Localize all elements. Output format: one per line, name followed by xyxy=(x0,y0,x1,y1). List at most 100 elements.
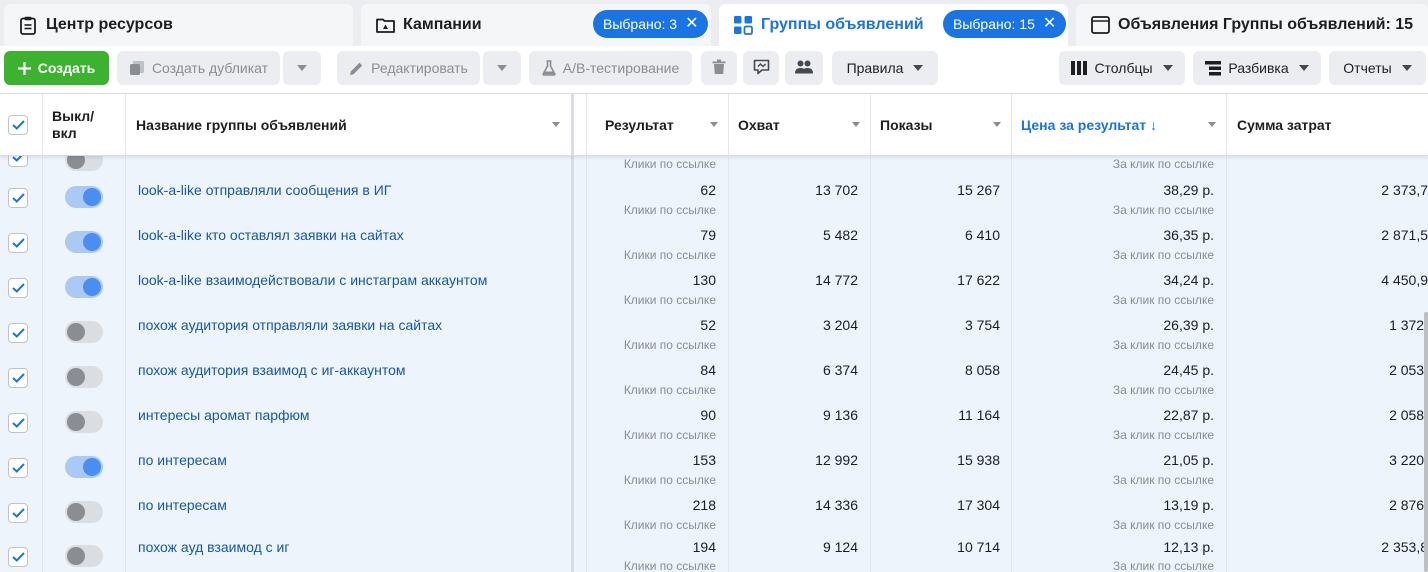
checkmark-icon xyxy=(11,373,25,383)
row-cpr-sub: За клик по ссылке xyxy=(1112,518,1214,532)
tab-resource-center[interactable]: Центр ресурсов xyxy=(4,4,353,46)
row-checkbox[interactable] xyxy=(8,368,28,388)
frozen-column-divider[interactable] xyxy=(571,94,574,156)
column-header-cpr[interactable]: Цена за результат ↓ xyxy=(1021,94,1226,156)
table-row[interactable]: look-a-like взаимодействовали с инстагра… xyxy=(0,268,1428,313)
column-header-reach[interactable]: Охват xyxy=(738,94,870,156)
row-name-link[interactable]: похож аудитория отправляли заявки на сай… xyxy=(138,317,442,333)
duplicate-button[interactable]: Создать дубликат xyxy=(117,51,280,85)
preview-icon xyxy=(753,59,770,78)
row-impressions: 15 938 xyxy=(957,452,1000,468)
rules-button[interactable]: Правила xyxy=(832,51,938,85)
row-name-link[interactable]: look-a-like отправляли сообщения в ИГ xyxy=(138,182,391,198)
sort-caret-icon[interactable] xyxy=(852,122,860,127)
table-row-partial[interactable]: Клики по ссылке За клик по ссылке xyxy=(0,156,1428,171)
row-reach: 9 136 xyxy=(822,407,858,423)
table-row[interactable]: по интересам 218 Клики по ссылке 14 336 … xyxy=(0,493,1428,538)
edit-button[interactable]: Редактировать xyxy=(337,51,480,85)
columns-button-label: Столбцы xyxy=(1094,60,1153,76)
row-checkbox[interactable] xyxy=(8,233,28,253)
checkmark-icon xyxy=(11,508,25,518)
row-spend: 3 220, xyxy=(1389,452,1428,468)
row-checkbox[interactable] xyxy=(8,188,28,208)
columns-button[interactable]: Столбцы xyxy=(1059,51,1185,85)
row-name-link[interactable]: по интересам xyxy=(138,452,227,468)
column-header-toggle[interactable]: Выкл/ вкл xyxy=(52,94,122,156)
row-spend: 2 053, xyxy=(1389,362,1428,378)
tab-ads[interactable]: Объявления Группы объявлений: 15 xyxy=(1076,4,1428,46)
row-name-link[interactable]: интересы аромат парфюм xyxy=(138,407,310,423)
row-checkbox[interactable] xyxy=(8,278,28,298)
row-checkbox[interactable] xyxy=(8,413,28,433)
folder-icon xyxy=(375,15,395,35)
row-impressions: 3 754 xyxy=(964,317,1000,333)
create-button[interactable]: Создать xyxy=(4,51,109,85)
ab-test-button[interactable]: A/B-тестирование xyxy=(529,51,692,85)
table-row[interactable]: look-a-like отправляли сообщения в ИГ 62… xyxy=(0,178,1428,223)
breakdown-button[interactable]: Разбивка xyxy=(1193,51,1321,85)
select-all-checkbox[interactable] xyxy=(8,115,28,135)
row-name-link[interactable]: по интересам xyxy=(138,497,227,513)
row-name-link[interactable]: похож аудитория взаимод с иг-аккаунтом xyxy=(138,362,406,378)
row-checkbox[interactable] xyxy=(8,458,28,478)
checkmark-icon xyxy=(11,328,25,338)
table-row[interactable]: похож аудитория отправляли заявки на сай… xyxy=(0,313,1428,358)
row-checkbox[interactable] xyxy=(8,156,28,167)
row-name-link[interactable]: look-a-like взаимодействовали с инстагра… xyxy=(138,272,487,288)
row-result-sub: Клики по ссылке xyxy=(623,248,716,262)
chevron-down-icon xyxy=(1162,65,1173,71)
delete-button[interactable] xyxy=(701,51,737,85)
row-toggle[interactable] xyxy=(65,156,103,171)
row-toggle[interactable] xyxy=(65,321,103,343)
edit-dropdown-button[interactable] xyxy=(483,51,521,85)
row-result-sub: Клики по ссылке xyxy=(623,383,716,397)
column-divider xyxy=(1011,94,1012,156)
tab-campaigns[interactable]: Кампании Выбрано: 3 ✕ xyxy=(361,4,711,46)
duplicate-dropdown-button[interactable] xyxy=(283,51,321,85)
tab-ad-groups[interactable]: Группы объявлений Выбрано: 15 ✕ xyxy=(719,4,1068,46)
table-row[interactable]: по интересам 153 Клики по ссылке 12 992 … xyxy=(0,448,1428,493)
column-header-spend[interactable]: Сумма затрат xyxy=(1237,94,1427,156)
ad-groups-selected-pill[interactable]: Выбрано: 15 ✕ xyxy=(943,10,1067,38)
row-toggle[interactable] xyxy=(65,411,103,433)
row-reach: 3 204 xyxy=(822,317,858,333)
row-toggle[interactable] xyxy=(65,456,103,478)
row-toggle[interactable] xyxy=(65,276,103,298)
row-toggle[interactable] xyxy=(65,186,103,208)
sort-caret-icon[interactable] xyxy=(993,122,1001,127)
sort-caret-icon[interactable] xyxy=(552,122,560,127)
row-toggle[interactable] xyxy=(65,366,103,388)
campaigns-selected-pill[interactable]: Выбрано: 3 ✕ xyxy=(593,10,709,38)
row-toggle[interactable] xyxy=(65,501,103,523)
row-cpr-sub: За клик по ссылке xyxy=(1112,203,1214,217)
table-header: Выкл/ вкл Название группы объявлений Рез… xyxy=(0,94,1428,156)
row-toggle[interactable] xyxy=(65,545,103,567)
checkmark-icon xyxy=(11,463,25,473)
column-header-reach-label: Охват xyxy=(738,117,780,133)
sort-caret-icon[interactable] xyxy=(1208,122,1216,127)
reports-button[interactable]: Отчеты xyxy=(1329,51,1426,85)
row-cpr-sub: За клик по ссылке xyxy=(1112,293,1214,307)
row-result: 52 xyxy=(700,317,716,333)
breakdown-icon xyxy=(1205,60,1222,76)
table-row[interactable]: похож ауд взаимод с иг 194 Клики по ссыл… xyxy=(0,537,1428,572)
table-row[interactable]: look-a-like кто оставлял заявки на сайта… xyxy=(0,223,1428,268)
row-name-link[interactable]: похож ауд взаимод с иг xyxy=(138,539,289,555)
row-toggle[interactable] xyxy=(65,231,103,253)
column-header-result[interactable]: Результат xyxy=(605,94,728,156)
row-checkbox[interactable] xyxy=(8,503,28,523)
preview-button[interactable] xyxy=(743,51,779,85)
column-header-name[interactable]: Название группы объявлений xyxy=(136,94,570,156)
row-spend: 2 058, xyxy=(1389,407,1428,423)
table-row[interactable]: похож аудитория взаимод с иг-аккаунтом 8… xyxy=(0,358,1428,403)
close-icon[interactable]: ✕ xyxy=(1043,16,1056,32)
table-row[interactable]: интересы аромат парфюм 90 Клики по ссылк… xyxy=(0,403,1428,448)
row-checkbox[interactable] xyxy=(8,323,28,343)
row-name-link[interactable]: look-a-like кто оставлял заявки на сайта… xyxy=(138,227,404,243)
sort-caret-icon[interactable] xyxy=(710,122,718,127)
close-icon[interactable]: ✕ xyxy=(685,16,698,32)
column-header-impressions[interactable]: Показы xyxy=(880,94,1011,156)
audience-button[interactable] xyxy=(785,51,823,85)
vertical-scrollbar[interactable] xyxy=(1424,312,1428,572)
row-checkbox[interactable] xyxy=(8,547,28,567)
